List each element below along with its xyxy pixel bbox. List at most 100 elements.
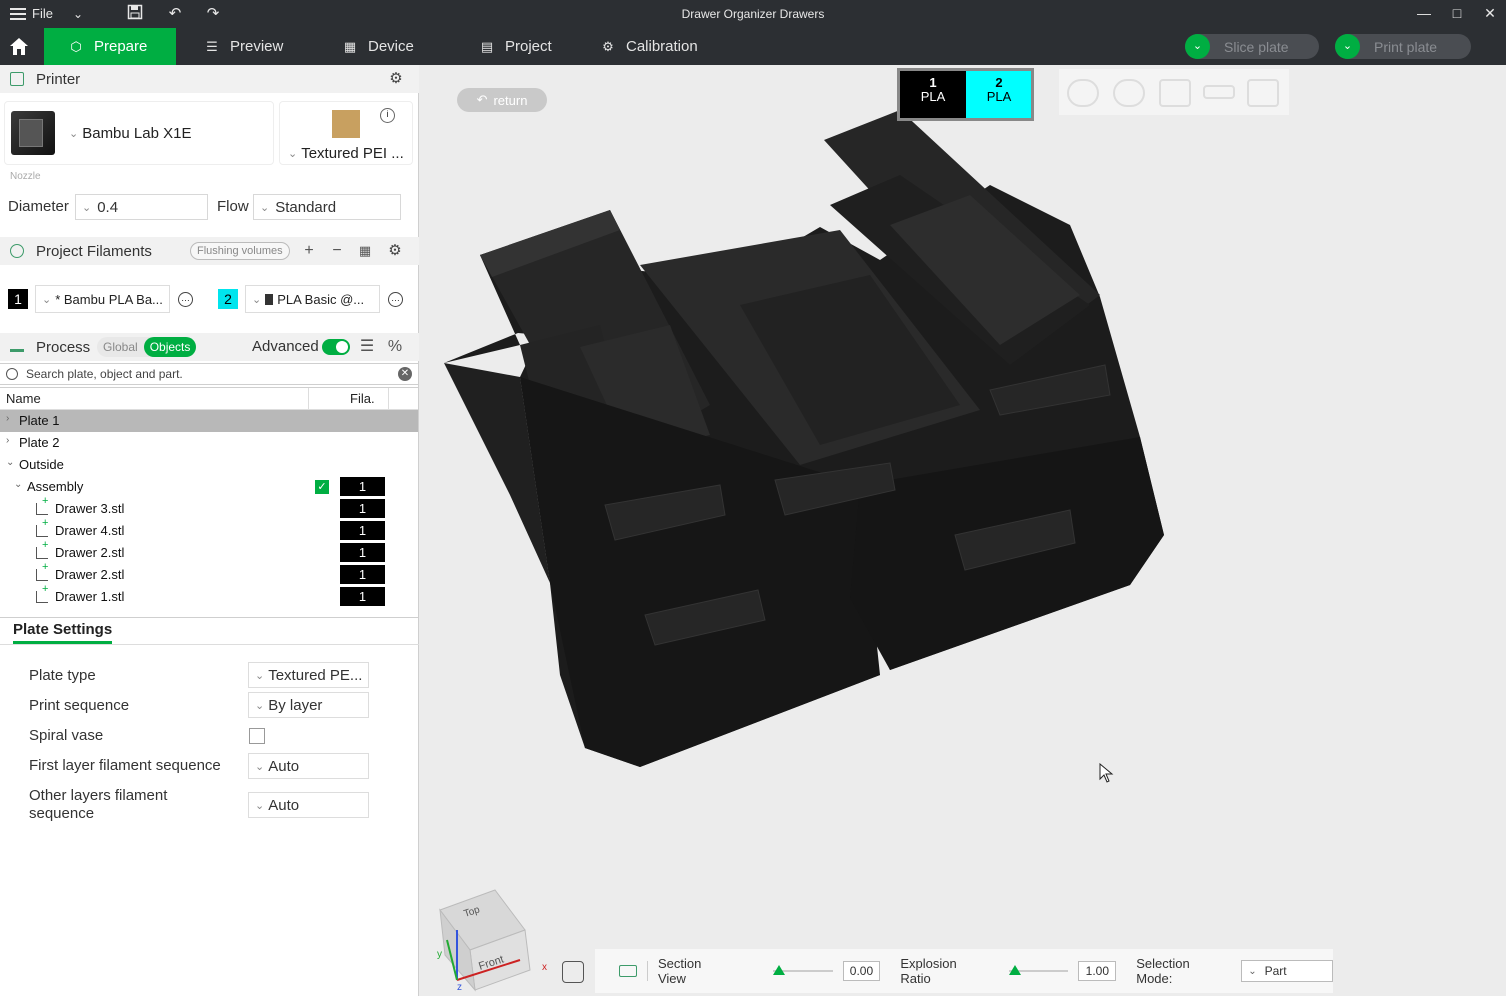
section-view-value[interactable]: 0.00	[842, 961, 881, 981]
file-menu-button[interactable]: File	[10, 6, 53, 21]
move-icon[interactable]	[1067, 79, 1099, 107]
chevron-down-icon[interactable]: ⌄	[1185, 34, 1210, 59]
chevron-right-icon[interactable]: ›	[6, 413, 16, 424]
gear-icon[interactable]: ⚙	[387, 243, 403, 259]
printer-selector[interactable]: ⌄ Bambu Lab X1E	[4, 101, 274, 165]
tree-row[interactable]: ⌄ Outside	[0, 454, 418, 476]
selection-mode-value: Part	[1264, 964, 1287, 978]
filament-swatch-2[interactable]: 2	[218, 289, 238, 309]
plate-settings-tab[interactable]: Plate Settings	[13, 621, 113, 644]
process-scope-toggle[interactable]: Global Objects	[97, 337, 197, 357]
filament-tab-1[interactable]: 1 PLA	[900, 68, 966, 118]
filament-index-badge[interactable]: 1	[340, 565, 385, 584]
printer-section-header: Printer ⚙	[0, 65, 419, 93]
minimize-icon[interactable]: —	[1408, 2, 1440, 24]
orientation-cube[interactable]: Top Front x y z	[435, 885, 565, 995]
chevron-down-icon[interactable]: ⌄	[6, 457, 16, 468]
measure-icon[interactable]	[1203, 85, 1235, 99]
device-icon: ▦	[343, 38, 357, 54]
flow-value: Standard	[275, 198, 337, 216]
gear-icon[interactable]: ⚙	[388, 71, 404, 87]
keyboard-icon[interactable]	[619, 965, 637, 977]
info-icon[interactable]: i	[380, 108, 395, 123]
rotate-icon[interactable]	[1113, 79, 1145, 107]
chevron-down-icon[interactable]: ⌄	[14, 479, 24, 490]
print-sequence-dropdown[interactable]: ⌄ By layer	[248, 692, 369, 718]
scope-objects[interactable]: Objects	[143, 337, 197, 357]
model-render[interactable]	[420, 65, 1506, 996]
filament-edit-icon[interactable]: …	[388, 292, 403, 307]
plate-type-selector[interactable]: i ⌄ Textured PEI ...	[279, 101, 413, 165]
section-view-slider[interactable]	[772, 965, 833, 975]
tab-calibration[interactable]: ⚙ Calibration	[576, 28, 698, 65]
filament-dropdown-1[interactable]: ⌄ * Bambu PLA Ba...	[35, 285, 170, 313]
list-icon[interactable]: ☰	[358, 338, 376, 356]
diameter-dropdown[interactable]: ⌄ 0.4	[75, 194, 208, 220]
tree-row[interactable]: Drawer 4.stl 1	[0, 517, 418, 542]
col-fila-header[interactable]: Fila.	[350, 391, 375, 406]
slice-plate-button[interactable]: ⌄ Slice plate	[1185, 34, 1319, 59]
filament-index-badge[interactable]: 1	[340, 521, 385, 540]
flushing-volumes-button[interactable]: Flushing volumes	[190, 242, 290, 260]
selection-mode-dropdown[interactable]: ⌄ Part	[1241, 960, 1334, 982]
tree-row[interactable]: Drawer 3.stl 1	[0, 495, 418, 520]
process-section-title: Process	[36, 338, 91, 356]
sync-icon[interactable]: ▦	[356, 242, 374, 260]
checkbox-checked-icon[interactable]: ✓	[315, 480, 329, 494]
paint-icon[interactable]	[1159, 79, 1191, 107]
advanced-toggle[interactable]	[322, 339, 350, 355]
first-layer-sequence-dropdown[interactable]: ⌄ Auto	[248, 753, 369, 779]
tab-preview[interactable]: ☰ Preview	[180, 28, 283, 65]
filament-swatch-1[interactable]: 1	[8, 289, 28, 309]
explosion-ratio-slider[interactable]	[1008, 965, 1069, 975]
tree-row[interactable]: › Plate 2	[0, 432, 418, 454]
flow-dropdown[interactable]: ⌄ Standard	[253, 194, 401, 220]
chevron-down-icon[interactable]: ⌄	[1335, 34, 1360, 59]
tab-device[interactable]: ▦ Device	[318, 28, 414, 65]
filament-tab-2[interactable]: 2 PLA	[966, 68, 1032, 118]
filament-edit-icon[interactable]: …	[178, 292, 193, 307]
print-plate-button[interactable]: ⌄ Print plate	[1335, 34, 1471, 59]
remove-icon[interactable]: −	[328, 242, 346, 260]
maximize-icon[interactable]: □	[1441, 2, 1473, 24]
tree-row[interactable]: Drawer 2.stl 1	[0, 561, 418, 586]
save-icon[interactable]	[125, 4, 145, 24]
tab-preview-label: Preview	[230, 38, 284, 55]
tree-row[interactable]: Drawer 2.stl 1	[0, 539, 418, 564]
clear-icon[interactable]: ✕	[398, 367, 412, 381]
tree-row[interactable]: Drawer 1.stl 1	[0, 583, 418, 608]
undo-icon[interactable]: ↶	[165, 4, 185, 24]
3d-viewport[interactable]: ↶ return 1 PLA 2 PLA Top Front x y z Sectio…	[420, 65, 1506, 996]
part-icon	[36, 495, 48, 515]
tab-prepare[interactable]: ⬡ Prepare	[44, 28, 176, 65]
explosion-ratio-value[interactable]: 1.00	[1078, 961, 1117, 981]
filament-index-badge[interactable]: 1	[340, 587, 385, 606]
redo-icon[interactable]: ↷	[203, 4, 223, 24]
diameter-label: Diameter	[8, 198, 69, 215]
chevron-right-icon[interactable]: ›	[6, 435, 16, 446]
gizmo-toolbar	[1059, 69, 1289, 115]
other-layers-sequence-dropdown[interactable]: ⌄ Auto	[248, 792, 369, 818]
col-name-header[interactable]: Name	[6, 391, 41, 406]
percent-icon[interactable]: %	[386, 338, 404, 356]
chevron-down-icon[interactable]: ⌄	[68, 4, 88, 24]
scope-global[interactable]: Global	[97, 337, 144, 357]
spiral-vase-checkbox[interactable]	[249, 728, 265, 744]
plate-type-dropdown[interactable]: ⌄ Textured PE...	[248, 662, 369, 688]
search-input[interactable]: Search plate, object and part.	[26, 367, 183, 381]
part-icon	[36, 539, 48, 559]
close-icon[interactable]: ✕	[1474, 2, 1506, 24]
assembly-icon[interactable]	[1247, 79, 1279, 107]
tab-project[interactable]: ▤ Project	[455, 28, 552, 65]
filament-dropdown-2[interactable]: ⌄ PLA Basic @...	[245, 285, 380, 313]
printer-image	[11, 111, 55, 155]
filament-index-badge[interactable]: 1	[340, 477, 385, 496]
return-button[interactable]: ↶ return	[457, 88, 547, 112]
home-button[interactable]	[0, 28, 38, 65]
add-icon[interactable]: +	[300, 242, 318, 260]
tree-row[interactable]: › Plate 1	[0, 410, 418, 432]
filament-index-badge[interactable]: 1	[340, 499, 385, 518]
tree-row[interactable]: ⌄ Assembly ✓ 1	[0, 476, 418, 498]
filament-index-badge[interactable]: 1	[340, 543, 385, 562]
camera-icon[interactable]	[562, 961, 584, 983]
